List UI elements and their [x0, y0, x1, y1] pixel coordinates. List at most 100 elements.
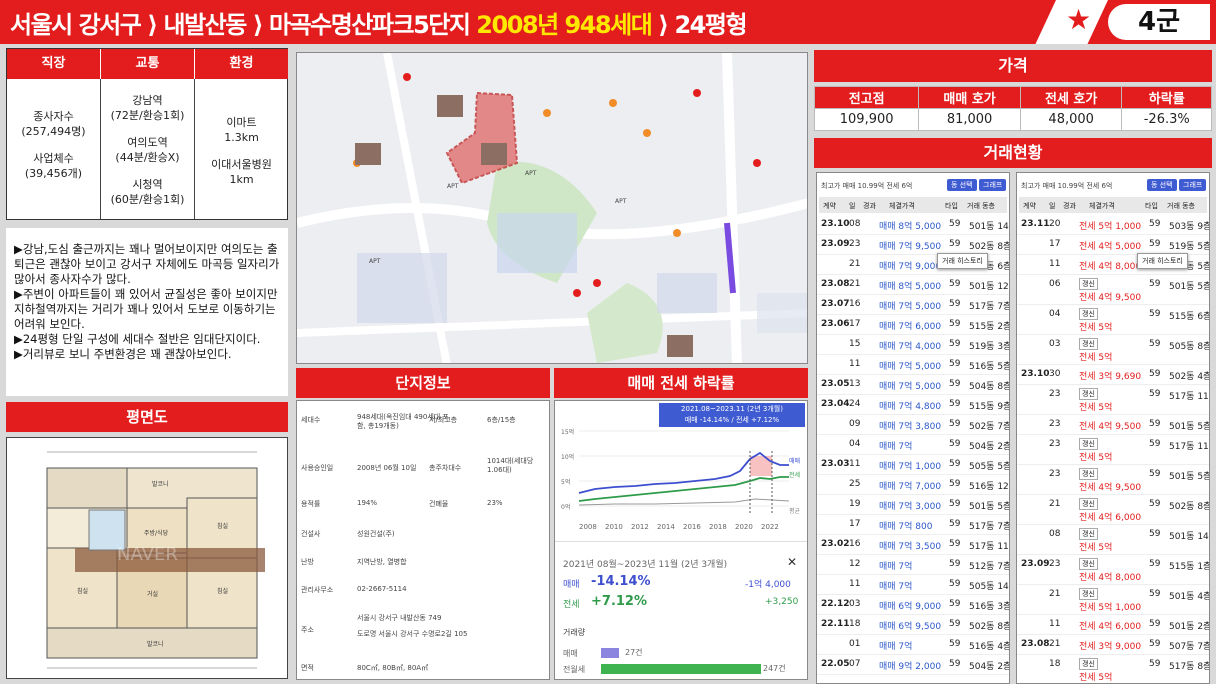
deal-row[interactable]: 23.10 30 전세 3억 9,690 59 502동 4층	[1017, 365, 1209, 385]
deal-row[interactable]: 23 갱신 전세 4억 9,500 59 501동 5층	[1017, 465, 1209, 495]
svg-text:2018: 2018	[709, 523, 727, 531]
star-icon: ★	[1066, 3, 1092, 36]
deal-row[interactable]: 11 매매 7억 5,000 59 516동 5층	[817, 355, 1009, 375]
deal-row[interactable]: 01 매매 7억 59 516동 4층	[817, 635, 1009, 655]
deal-row[interactable]: 23.09 23 매매 7억 9,500 59 502동 8층	[817, 235, 1009, 255]
volume-rent-bar	[601, 664, 761, 674]
deals-col-header: 타입	[1145, 202, 1158, 210]
deal-row[interactable]: 23.06 17 매매 7억 6,000 59 515동 2층	[817, 315, 1009, 335]
deal-row[interactable]: 23갱신전세 5억59517동 11층	[1017, 435, 1209, 465]
decline-chart-panel: 2021.08~2023.11 (2년 3개월) 매매 -14.14% / 전세 …	[554, 400, 808, 680]
deal-row[interactable]: 19 매매 7억 3,000 59 501동 5층	[817, 495, 1009, 515]
deal-row[interactable]: 21 갱신 전세 5억 1,000 59 501동 4층	[1017, 585, 1209, 615]
group-badge: 4군	[1108, 4, 1210, 40]
deal-row[interactable]: 23.04 24 매매 7억 4,800 59 515동 9층	[817, 395, 1009, 415]
deals-col-header: 경과	[1063, 202, 1076, 210]
svg-text:2010: 2010	[605, 523, 623, 531]
deal-row[interactable]: 22.05 07 매매 9억 2,000 59 504동 2층	[817, 655, 1009, 675]
deal-row[interactable]: 23.07 16 매매 7억 5,000 59 517동 7층	[817, 295, 1009, 315]
deal-row[interactable]: 23.08 21 전세 3억 9,000 59 507동 7층	[1017, 635, 1209, 655]
deals-col-header: 일	[1049, 202, 1056, 210]
deals-right-panel: 최고가 매매 10.99억 전세 6억 동 선택 그래프 계약 일 경과 체결가격 타입 거래 …	[1016, 172, 1210, 684]
deal-row[interactable]: 08갱신전세 5억59501동 14층	[1017, 525, 1209, 555]
comment-panel: ▶강남,도심 출근까지는 꽤나 멀어보이지만 여의도는 출퇴근은 괜찮아 보이고…	[6, 228, 288, 396]
deals-summary: 최고가 매매 10.99억 전세 6억	[1021, 182, 1113, 190]
volume-title: 거래량	[563, 628, 586, 637]
deals-left-panel: 최고가 매매 10.99억 전세 6억 동 선택 그래프 계약 일 경과 체결가격 타입 거래 …	[816, 172, 1010, 684]
work-stats: 종사자수 (257,494명) 사업체수 (39,456개)	[21, 110, 86, 180]
deal-row[interactable]: 23.1008매매 8억 5,00059501동 14층	[817, 215, 1009, 235]
volume-rent-label: 전월세	[563, 665, 586, 674]
deal-row[interactable]: 23 전세 4억 9,500 59 501동 5층	[1017, 415, 1209, 435]
deal-row[interactable]: 15 매매 7억 4,000 59 519동 3층	[817, 335, 1009, 355]
deal-row[interactable]: 22.12 03 매매 6억 9,000 59 516동 3층	[817, 595, 1009, 615]
deal-row[interactable]: 11매매 7억59505동 14층	[817, 575, 1009, 595]
dong-select-button[interactable]: 동 선택	[1147, 179, 1177, 191]
svg-text:침실: 침실	[77, 587, 88, 595]
deal-row[interactable]: 06 갱신 전세 4억 9,500 59 501동 5층	[1017, 275, 1209, 305]
deal-row[interactable]: 18 갱신 전세 5억 59 517동 8층	[1017, 655, 1209, 683]
deals-col-header: 체결가격	[1089, 202, 1115, 210]
svg-text:2012: 2012	[631, 523, 649, 531]
svg-text:2020: 2020	[735, 523, 753, 531]
svg-text:거실: 거실	[147, 590, 158, 598]
svg-text:2016: 2016	[683, 523, 701, 531]
transit-stats: 강남역 (72분/환승1회) 여의도역 (44분/환승X) 시청역 (60분/환승1회)	[110, 94, 185, 206]
deals-col-header: 타입	[945, 202, 958, 210]
period-text: 2021년 08월~2023년 11월 (2년 3개월)	[563, 560, 728, 570]
deal-row[interactable]: 03 갱신 전세 5억 59 505동 8층	[1017, 335, 1209, 365]
deal-row[interactable]: 17 매매 7억 800 59 517동 7층	[817, 515, 1009, 535]
svg-text:2022: 2022	[761, 523, 779, 531]
deal-row[interactable]: 21 갱신 전세 4억 6,000 59 502동 8층	[1017, 495, 1209, 525]
svg-text:주방/식당: 주방/식당	[144, 529, 169, 537]
deal-row[interactable]: 23.11 20 전세 5억 1,000 59 503동 9층	[1017, 215, 1209, 235]
page-title: 서울시 강서구 ⟩ 내발산동 ⟩ 마곡수명산파크5단지 2008년 948세대 …	[10, 11, 748, 39]
title-highlight: 2008년 948세대	[476, 11, 653, 39]
graph-button[interactable]: 그래프	[1179, 179, 1207, 191]
volume-sale-label: 매매	[563, 649, 578, 658]
deal-row[interactable]: 23.05 13 매매 7억 5,000 59 504동 8층	[817, 375, 1009, 395]
complex-title: 단지정보	[296, 368, 550, 398]
svg-text:APT: APT	[447, 183, 459, 190]
svg-text:발코니: 발코니	[152, 480, 169, 488]
svg-text:발코니: 발코니	[147, 640, 164, 648]
deal-row[interactable]: 22.11 18 매매 6억 9,500 59 502동 8층	[817, 615, 1009, 635]
deal-row[interactable]: 23.09 23 갱신 전세 4억 8,000 59 515동 1층	[1017, 555, 1209, 585]
svg-text:10억: 10억	[561, 453, 574, 461]
deal-row[interactable]: 25매매 7억 7,00059516동 12층	[817, 475, 1009, 495]
deal-row[interactable]: 04 매매 7억 59 504동 2층	[817, 435, 1009, 455]
rent-pct: +7.12%	[591, 594, 647, 609]
location-panel: 직장 교통 환경 종사자수 (257,494명) 사업체수 (39,456개) 강남역…	[6, 48, 288, 220]
deal-row[interactable]: 04 갱신 전세 5억 59 515동 6층	[1017, 305, 1209, 335]
map-svg: APT APT APT APT	[297, 53, 807, 363]
title-bar: 서울시 강서구 ⟩ 내발산동 ⟩ 마곡수명산파크5단지 2008년 948세대 …	[0, 0, 1216, 44]
svg-text:침실: 침실	[217, 522, 228, 530]
dong-select-button[interactable]: 동 선택	[947, 179, 977, 191]
floorplan-title: 평면도	[6, 402, 288, 432]
price-trend-chart: 15억 10억 5억 0억 매매 전세 평균 2008 2010 2012 20…	[561, 428, 801, 531]
history-tooltip: 거래 히스토리	[937, 253, 988, 269]
svg-text:APT: APT	[369, 258, 381, 265]
price-table: 전고점 매매 호가 전세 호가 하락률 109,900 81,000 48,000 -26.…	[813, 86, 1212, 131]
deals-header-row: 계약 일 경과 체결가격 타입 거래 동층	[1019, 197, 1207, 213]
deals-col-header: 거래 동층	[967, 202, 995, 210]
graph-button[interactable]: 그래프	[979, 179, 1007, 191]
decline-title: 매매 전세 하락률	[554, 368, 808, 398]
deal-row[interactable]: 17 전세 4억 5,000 59 519동 5층	[1017, 235, 1209, 255]
floorplan-svg: 발코니 주방/식당 침실 침실 거실 침실 발코니 NAVER	[46, 451, 265, 669]
deal-row[interactable]: 09 매매 7억 3,800 59 502동 7층	[817, 415, 1009, 435]
rent-amount: +3,250	[765, 597, 799, 607]
deal-row[interactable]: 23갱신전세 5억59517동 11층	[1017, 385, 1209, 415]
volume-rent-count: 247건	[763, 664, 786, 673]
deal-row[interactable]: 23.03 11 매매 7억 1,000 59 505동 5층	[817, 455, 1009, 475]
close-icon[interactable]: ✕	[787, 555, 797, 569]
svg-text:APT: APT	[525, 170, 537, 177]
svg-text:15억: 15억	[561, 428, 574, 436]
map-view[interactable]: APT APT APT APT	[296, 52, 808, 364]
deal-row[interactable]: 11 전세 4억 6,000 59 501동 2층	[1017, 615, 1209, 635]
deal-row[interactable]: 12 매매 7억 59 512동 7층	[817, 555, 1009, 575]
deal-row[interactable]: 23.0821매매 8억 5,00059501동 12층	[817, 275, 1009, 295]
deal-row[interactable]: 23.0216매매 7억 3,50059517동 11층	[817, 535, 1009, 555]
svg-text:NAVER: NAVER	[117, 544, 178, 565]
svg-text:0억: 0억	[561, 503, 570, 511]
